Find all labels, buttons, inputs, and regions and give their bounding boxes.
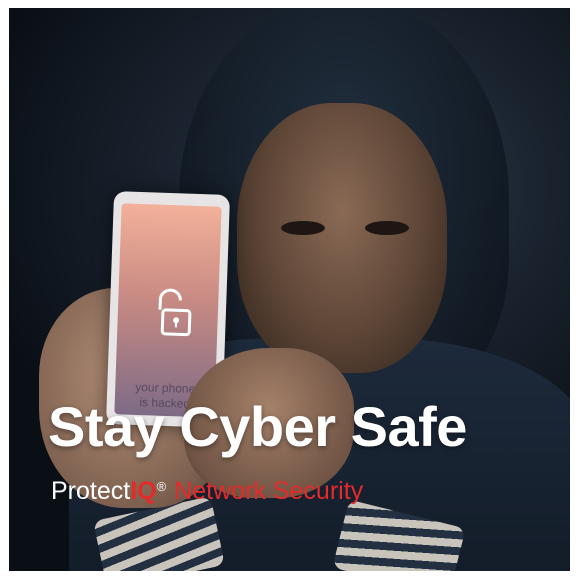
headline: Stay Cyber Safe (48, 395, 467, 458)
brand-iq: IQ (130, 477, 157, 505)
unlocked-padlock-icon (158, 288, 192, 337)
brand-line: ProtectIQ® Network Security (51, 477, 363, 506)
brand-prefix: Protect (51, 477, 131, 505)
face (237, 103, 447, 373)
registered-mark: ® (156, 479, 167, 494)
left-eye (281, 221, 325, 235)
brand-tagline: Network Security (174, 477, 364, 505)
right-eye (365, 221, 409, 235)
